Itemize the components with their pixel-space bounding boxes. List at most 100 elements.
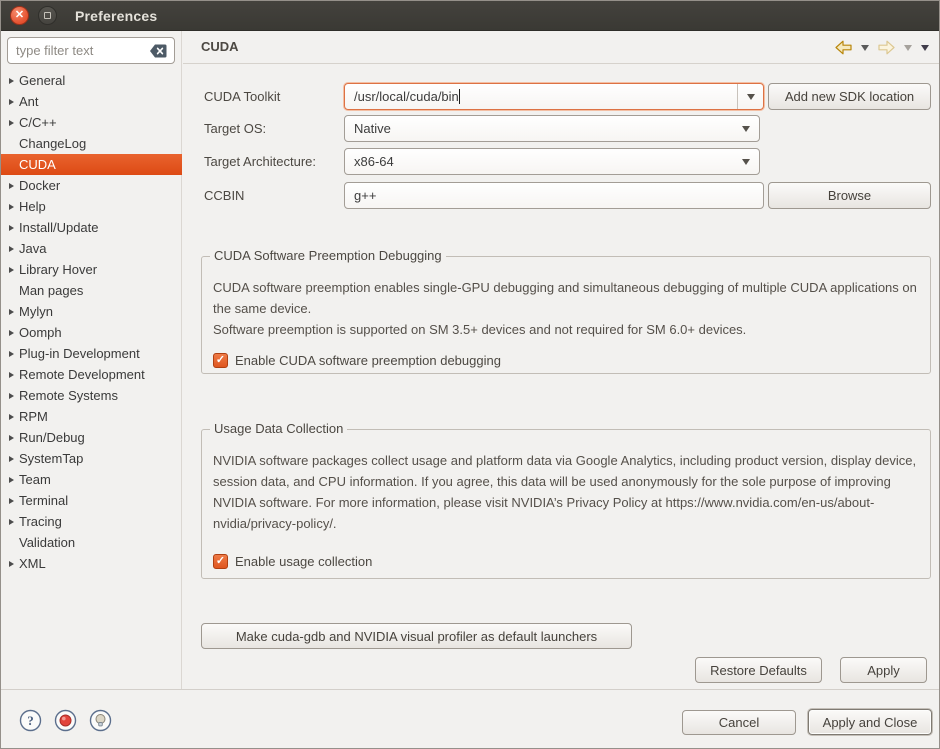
lightbulb-icon[interactable] (89, 709, 112, 732)
sidebar-item[interactable]: Help (1, 196, 182, 217)
expand-arrow-icon[interactable] (9, 99, 19, 105)
usage-description: NVIDIA software packages collect usage a… (213, 450, 919, 534)
sidebar-item-label: Library Hover (19, 259, 97, 280)
preferences-window: ✕ Preferences General (0, 0, 940, 749)
record-icon[interactable] (54, 709, 77, 732)
sidebar-item[interactable]: ChangeLog (1, 133, 182, 154)
filter-box[interactable] (7, 37, 175, 64)
sidebar-item[interactable]: Ant (1, 91, 182, 112)
expand-arrow-icon[interactable] (9, 183, 19, 189)
sidebar-item[interactable]: Remote Systems (1, 385, 182, 406)
expand-arrow-icon[interactable] (9, 246, 19, 252)
forward-history-dropdown-icon[interactable] (904, 45, 912, 51)
sidebar-item[interactable]: Terminal (1, 490, 182, 511)
expand-arrow-icon[interactable] (9, 141, 19, 147)
sidebar-item[interactable]: Plug-in Development (1, 343, 182, 364)
back-history-dropdown-icon[interactable] (861, 45, 869, 51)
sidebar-item[interactable]: Library Hover (1, 259, 182, 280)
expand-arrow-icon[interactable] (9, 204, 19, 210)
expand-arrow-icon[interactable] (9, 162, 19, 168)
sidebar-item[interactable]: Mylyn (1, 301, 182, 322)
expand-arrow-icon[interactable] (9, 456, 19, 462)
expand-arrow-icon[interactable] (9, 309, 19, 315)
preemption-description: CUDA software preemption enables single-… (213, 277, 919, 340)
target-arch-dropdown-icon[interactable] (733, 149, 759, 174)
sidebar-item-label: Oomph (19, 322, 62, 343)
clear-filter-icon[interactable] (149, 43, 168, 59)
filter-input[interactable] (8, 43, 149, 58)
sidebar-item[interactable]: RPM (1, 406, 182, 427)
view-menu-icon[interactable] (921, 45, 929, 51)
preemption-checkbox-row[interactable]: ✓ Enable CUDA software preemption debugg… (213, 353, 501, 368)
target-os-combo[interactable]: Native (344, 115, 760, 142)
sidebar-item-label: C/C++ (19, 112, 57, 133)
close-button[interactable]: ✕ (10, 6, 29, 25)
expand-arrow-icon[interactable] (9, 393, 19, 399)
sidebar-item-label: Ant (19, 91, 39, 112)
titlebar[interactable]: ✕ Preferences (1, 1, 939, 31)
preemption-checkbox[interactable]: ✓ (213, 353, 228, 368)
sidebar-item[interactable]: Validation (1, 532, 182, 553)
preemption-checkbox-label: Enable CUDA software preemption debuggin… (235, 353, 501, 368)
window-title: Preferences (75, 8, 157, 24)
forward-arrow-icon[interactable] (878, 40, 895, 55)
add-sdk-button[interactable]: Add new SDK location (768, 83, 931, 110)
expand-arrow-icon[interactable] (9, 267, 19, 273)
expand-arrow-icon[interactable] (9, 540, 19, 546)
sidebar-item[interactable]: Team (1, 469, 182, 490)
sidebar-item[interactable]: CUDA (1, 154, 182, 175)
sidebar-item[interactable]: Install/Update (1, 217, 182, 238)
expand-arrow-icon[interactable] (9, 435, 19, 441)
expand-arrow-icon[interactable] (9, 225, 19, 231)
usage-checkbox-row[interactable]: ✓ Enable usage collection (213, 554, 372, 569)
expand-arrow-icon[interactable] (9, 351, 19, 357)
default-launchers-button[interactable]: Make cuda-gdb and NVIDIA visual profiler… (201, 623, 632, 649)
sidebar-item[interactable]: Man pages (1, 280, 182, 301)
target-arch-combo[interactable]: x86-64 (344, 148, 760, 175)
target-os-value: Native (345, 121, 733, 136)
sidebar-item[interactable]: Run/Debug (1, 427, 182, 448)
sidebar-item[interactable]: Docker (1, 175, 182, 196)
svg-text:?: ? (27, 713, 34, 728)
cuda-toolkit-dropdown-icon[interactable] (737, 84, 763, 109)
expand-arrow-icon[interactable] (9, 78, 19, 84)
restore-defaults-button[interactable]: Restore Defaults (695, 657, 822, 683)
browse-button[interactable]: Browse (768, 182, 931, 209)
sidebar-item-label: Team (19, 469, 51, 490)
expand-arrow-icon[interactable] (9, 477, 19, 483)
ccbin-input[interactable] (345, 188, 763, 203)
apply-and-close-button[interactable]: Apply and Close (808, 709, 932, 735)
expand-arrow-icon[interactable] (9, 330, 19, 336)
sidebar-item[interactable]: XML (1, 553, 182, 574)
text-cursor (459, 89, 460, 104)
preemption-group-title: CUDA Software Preemption Debugging (210, 248, 446, 263)
help-icon[interactable]: ? (19, 709, 42, 732)
expand-arrow-icon[interactable] (9, 561, 19, 567)
sidebar-item[interactable]: General (1, 70, 182, 91)
back-arrow-icon[interactable] (835, 40, 852, 55)
sidebar-item[interactable]: Tracing (1, 511, 182, 532)
target-arch-value: x86-64 (345, 154, 733, 169)
sidebar-item[interactable]: Remote Development (1, 364, 182, 385)
sidebar-item-label: SystemTap (19, 448, 83, 469)
sidebar-item-label: Tracing (19, 511, 62, 532)
maximize-button[interactable] (38, 6, 57, 25)
expand-arrow-icon[interactable] (9, 372, 19, 378)
cancel-button[interactable]: Cancel (682, 710, 796, 735)
target-arch-label: Target Architecture: (204, 148, 316, 175)
target-os-dropdown-icon[interactable] (733, 116, 759, 141)
usage-checkbox[interactable]: ✓ (213, 554, 228, 569)
apply-button[interactable]: Apply (840, 657, 927, 683)
sidebar-item[interactable]: SystemTap (1, 448, 182, 469)
expand-arrow-icon[interactable] (9, 414, 19, 420)
expand-arrow-icon[interactable] (9, 288, 19, 294)
sidebar-item[interactable]: Java (1, 238, 182, 259)
preemption-group: CUDA Software Preemption Debugging CUDA … (201, 256, 931, 374)
sidebar-item[interactable]: Oomph (1, 322, 182, 343)
expand-arrow-icon[interactable] (9, 120, 19, 126)
expand-arrow-icon[interactable] (9, 498, 19, 504)
expand-arrow-icon[interactable] (9, 519, 19, 525)
cuda-toolkit-combo[interactable]: /usr/local/cuda/bin (344, 83, 764, 110)
sidebar-item[interactable]: C/C++ (1, 112, 182, 133)
ccbin-field[interactable] (344, 182, 764, 209)
